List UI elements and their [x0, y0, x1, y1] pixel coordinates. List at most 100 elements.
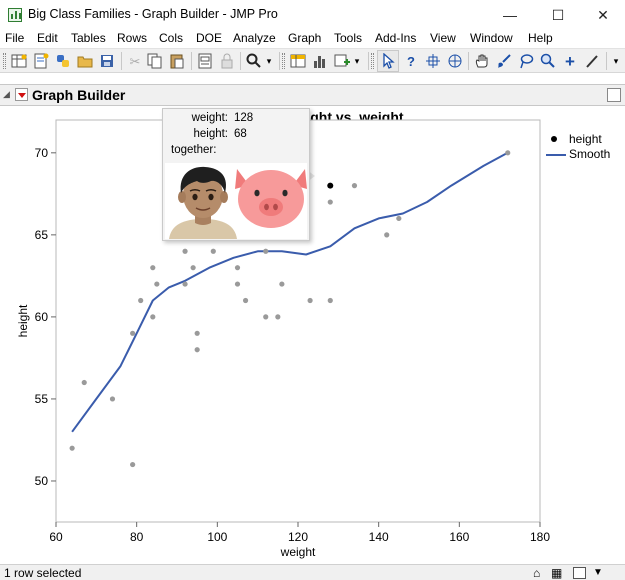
- tooltip-pictures: [165, 163, 307, 239]
- overflow-icon[interactable]: ▾: [609, 52, 623, 70]
- data-point[interactable]: [69, 445, 75, 451]
- tooltip-weight-value: 128: [234, 112, 254, 124]
- data-point[interactable]: [210, 248, 216, 254]
- menu-analyze[interactable]: Analyze: [233, 31, 276, 45]
- save-icon[interactable]: [98, 52, 116, 70]
- window-list-icon[interactable]: ▦: [551, 566, 562, 580]
- data-point[interactable]: [194, 330, 200, 336]
- data-point[interactable]: [182, 248, 188, 254]
- data-point[interactable]: [234, 265, 241, 271]
- tooltip-height-value: 68: [234, 128, 247, 140]
- data-point[interactable]: [505, 150, 511, 156]
- data-point[interactable]: [138, 297, 144, 304]
- y-tick-label: 65: [35, 228, 49, 242]
- menu-rows[interactable]: Rows: [117, 31, 147, 45]
- data-point[interactable]: [190, 265, 196, 271]
- x-tick-label: 140: [369, 530, 389, 544]
- menu-tools[interactable]: Tools: [334, 31, 362, 45]
- selected-data-point[interactable]: [327, 182, 334, 189]
- data-point[interactable]: [150, 314, 156, 320]
- menu-tables[interactable]: Tables: [71, 31, 106, 45]
- data-point[interactable]: [307, 297, 313, 304]
- toolbar-grip[interactable]: [371, 53, 374, 69]
- legend-label: height: [569, 132, 602, 146]
- data-table-icon[interactable]: [289, 52, 307, 70]
- data-point[interactable]: [279, 281, 285, 287]
- new-script-icon[interactable]: [32, 52, 50, 70]
- menu-file[interactable]: File: [5, 31, 24, 45]
- data-point[interactable]: [130, 461, 136, 468]
- data-point[interactable]: [263, 248, 269, 254]
- menu-doe[interactable]: DOE: [196, 31, 222, 45]
- minimize-button[interactable]: —: [487, 0, 533, 30]
- data-point[interactable]: [234, 281, 241, 287]
- distribution-icon[interactable]: [311, 52, 329, 70]
- cut-icon[interactable]: ✂: [126, 52, 144, 70]
- red-triangle-menu-icon[interactable]: [15, 88, 28, 101]
- graph-builder-title: Graph Builder: [32, 87, 126, 103]
- close-button[interactable]: ✕: [580, 0, 625, 30]
- legend-label: Smooth: [569, 147, 611, 161]
- menu-help[interactable]: Help: [528, 31, 553, 45]
- toolbar-separator: [240, 52, 241, 70]
- toolbar-separator: [606, 52, 607, 70]
- data-point[interactable]: [182, 281, 188, 287]
- arrow-icon[interactable]: [379, 52, 397, 70]
- data-point[interactable]: [81, 379, 87, 386]
- search-dropdown-icon[interactable]: ▾: [264, 52, 274, 70]
- toolbar-separator: [121, 52, 122, 70]
- data-point[interactable]: [396, 215, 402, 222]
- data-point[interactable]: [150, 265, 156, 271]
- hover-tooltip: weight: 128 height: 68 together:: [162, 108, 310, 241]
- target-icon[interactable]: [446, 52, 464, 70]
- hand-icon[interactable]: [473, 52, 491, 70]
- toolbar-grip[interactable]: [282, 53, 285, 69]
- add-rows-icon[interactable]: [333, 52, 351, 70]
- brush-icon[interactable]: [495, 52, 513, 70]
- menu-view[interactable]: View: [430, 31, 456, 45]
- layout-box-icon[interactable]: [573, 567, 586, 579]
- disclosure-triangle-icon[interactable]: ◢: [3, 89, 10, 100]
- data-point[interactable]: [154, 281, 160, 287]
- legend-marker-line: [546, 154, 566, 156]
- data-point[interactable]: [327, 297, 333, 304]
- home-icon[interactable]: ⌂: [533, 566, 540, 580]
- search-icon[interactable]: [245, 52, 263, 70]
- x-tick-label: 180: [530, 530, 550, 544]
- python-icon[interactable]: [54, 52, 72, 70]
- data-point[interactable]: [384, 232, 390, 238]
- menu-add-ins[interactable]: Add-Ins: [375, 31, 416, 45]
- magnifier-icon[interactable]: [539, 52, 557, 70]
- journal-icon[interactable]: [196, 52, 214, 70]
- data-point[interactable]: [263, 314, 269, 320]
- x-axis-label: weight: [280, 545, 316, 559]
- plus-icon[interactable]: +: [561, 52, 579, 70]
- data-point[interactable]: [242, 297, 249, 304]
- report-options-icon[interactable]: [607, 88, 621, 102]
- data-point[interactable]: [109, 396, 116, 402]
- data-point[interactable]: [130, 330, 136, 336]
- menu-cols[interactable]: Cols: [159, 31, 183, 45]
- x-tick-label: 160: [449, 530, 469, 544]
- new-table-icon[interactable]: [10, 52, 28, 70]
- data-point[interactable]: [351, 183, 358, 189]
- help-icon[interactable]: ?: [402, 52, 420, 70]
- menu-graph[interactable]: Graph: [288, 31, 321, 45]
- toolbar-grip[interactable]: [3, 53, 6, 69]
- data-point[interactable]: [275, 314, 281, 320]
- pig-face-image: [235, 169, 307, 228]
- maximize-button[interactable]: ☐: [535, 0, 581, 30]
- copy-icon[interactable]: [146, 52, 164, 70]
- menu-edit[interactable]: Edit: [37, 31, 58, 45]
- status-dropdown-icon[interactable]: ▼: [593, 567, 603, 578]
- crosshair-icon[interactable]: [424, 52, 442, 70]
- open-icon[interactable]: [76, 52, 94, 70]
- paste-icon[interactable]: [168, 52, 186, 70]
- data-point[interactable]: [194, 347, 200, 353]
- line-icon[interactable]: [583, 52, 601, 70]
- add-rows-dropdown-icon[interactable]: ▾: [352, 52, 362, 70]
- tooltip-weight-label: weight:: [191, 112, 228, 124]
- data-point[interactable]: [327, 199, 333, 205]
- menu-window[interactable]: Window: [470, 31, 513, 45]
- lasso-icon[interactable]: [517, 52, 535, 70]
